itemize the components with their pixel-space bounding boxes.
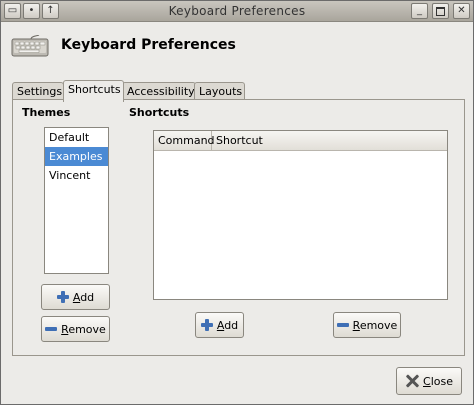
minimize-button[interactable]: _ [411,3,428,19]
list-item[interactable]: Examples [45,147,108,166]
remove-shortcut-label: Remove [352,318,398,332]
close-icon: ✕ [457,5,466,16]
minus-icon [336,323,349,327]
list-item[interactable]: Default [45,128,108,147]
list-item[interactable]: Vincent [45,166,108,185]
add-shortcut-label: Add [216,318,239,332]
shortcuts-panel: Themes Default Examples Vincent Add Remo… [12,99,465,356]
close-x-icon [405,374,419,388]
keyboard-preferences-window: ▭ • ↑ Keyboard Preferences _ ✕ Keyboard … [0,0,474,405]
themes-list[interactable]: Default Examples Vincent [44,127,109,274]
table-header: Command Shortcut [154,131,447,151]
themes-heading: Themes [22,106,71,119]
title-bar[interactable]: ▭ • ↑ Keyboard Preferences _ ✕ [1,1,473,22]
close-button[interactable]: Close [396,367,462,395]
keyboard-icon [11,35,49,57]
plus-icon [200,319,213,331]
add-theme-label: Add [72,290,95,304]
column-header-shortcut[interactable]: Shortcut [212,131,447,150]
add-shortcut-button[interactable]: Add [195,312,244,338]
plus-icon [56,291,69,303]
shortcuts-table[interactable]: Command Shortcut [153,130,448,300]
column-header-command[interactable]: Command [154,131,215,150]
window-close-button[interactable]: ✕ [453,3,470,19]
close-label: Close [423,374,453,388]
window-title: Keyboard Preferences [168,4,306,18]
shortcuts-heading: Shortcuts [129,106,190,119]
add-theme-button[interactable]: Add [41,284,110,310]
minimize-icon: _ [417,5,422,16]
remove-theme-label: Remove [61,322,106,336]
remove-shortcut-button[interactable]: Remove [333,312,401,338]
remove-theme-button[interactable]: Remove [41,316,110,342]
maximize-button[interactable] [432,3,449,19]
minus-icon [45,327,58,331]
page-title: Keyboard Preferences [61,37,236,53]
maximize-icon [436,7,445,16]
tab-shortcuts[interactable]: Shortcuts [63,80,124,102]
